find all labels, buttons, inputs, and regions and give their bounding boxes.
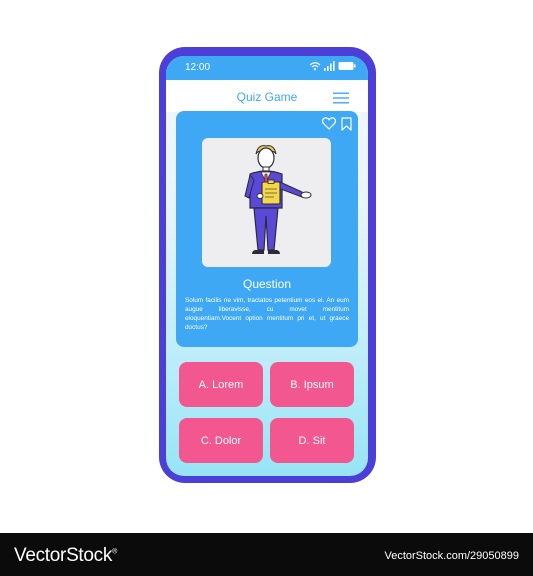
app-bar: Quiz Game xyxy=(166,80,368,112)
question-card: Question Solum facilis ne vim, tractatos… xyxy=(176,111,358,347)
wifi-icon xyxy=(309,62,321,71)
heart-icon[interactable] xyxy=(322,117,336,130)
answer-b-button[interactable]: B. Ipsum xyxy=(270,362,354,407)
menu-button[interactable] xyxy=(333,91,349,104)
brand-name: VectorStock xyxy=(14,545,113,566)
trademark-symbol: ® xyxy=(112,548,117,556)
hamburger-menu-icon xyxy=(333,92,349,104)
question-image xyxy=(202,138,331,267)
card-actions xyxy=(322,117,352,131)
battery-icon xyxy=(338,62,356,70)
watermark-footer: VectorStock® VectorStock.com/29050899 xyxy=(0,533,533,576)
bookmark-icon[interactable] xyxy=(341,117,352,131)
vectorstock-logo: VectorStock® xyxy=(14,545,117,567)
signal-icon xyxy=(324,61,335,71)
question-title: Question xyxy=(242,277,292,291)
answer-c-button[interactable]: C. Dolor xyxy=(179,418,263,463)
status-icons xyxy=(309,61,356,71)
answer-d-button[interactable]: D. Sit xyxy=(270,418,354,463)
status-time: 12:00 xyxy=(185,62,211,73)
answer-a-button[interactable]: A. Lorem xyxy=(179,362,263,407)
page: 12:00 Quiz Game Question Solum facilis n… xyxy=(0,0,533,576)
question-text: Solum facilis ne vim, tractatos petentiu… xyxy=(185,297,349,331)
image-id: VectorStock.com/29050899 xyxy=(384,550,519,562)
businessman-illustration xyxy=(244,145,312,254)
phone-screen: 12:00 Quiz Game Question Solum facilis n… xyxy=(166,56,368,476)
status-bar: 12:00 xyxy=(166,56,368,80)
